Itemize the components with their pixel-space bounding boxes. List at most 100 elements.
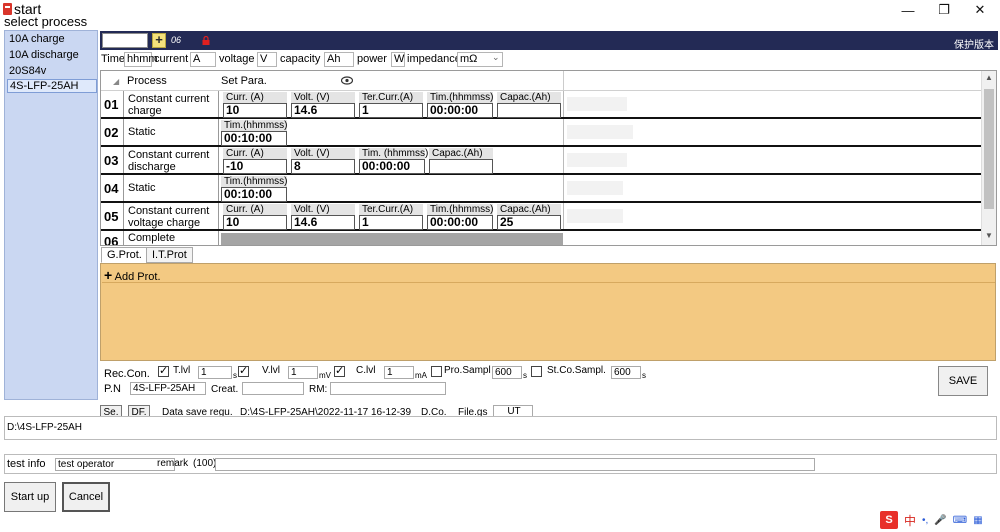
process-header: select process xyxy=(4,14,88,29)
table-row[interactable]: 03 Constant current discharge Curr. (A) -… xyxy=(101,147,981,175)
time-level-input[interactable]: 1 xyxy=(198,366,232,379)
maximize-button[interactable]: ❐ xyxy=(926,0,962,20)
part-number-input[interactable]: 4S-LFP-25AH xyxy=(130,382,206,395)
step-number: 02 xyxy=(104,125,119,140)
static-sample-label: St.Co.Sampl. xyxy=(547,365,606,376)
power-unit-label: power xyxy=(357,53,387,65)
lock-icon[interactable] xyxy=(202,36,210,45)
param-capacity: Capac.(Ah) xyxy=(429,148,493,174)
static-sample-input[interactable]: 600 xyxy=(611,366,641,379)
ime-tray: S 中 •, 🎤 ⌨ ▦ xyxy=(880,510,996,530)
save-directory-box[interactable]: D:\4S-LFP-25AH xyxy=(4,416,997,440)
toolbar-input[interactable] xyxy=(102,33,148,48)
current-unit-select[interactable]: A xyxy=(190,52,216,67)
cancel-button[interactable]: Cancel xyxy=(62,482,110,512)
remark-label: remark xyxy=(157,458,189,469)
tab-general-protection[interactable]: G.Prot. xyxy=(101,247,148,263)
protection-panel: + Add Prot. xyxy=(100,263,996,361)
table-scrollbar[interactable]: ▲ ▼ xyxy=(981,71,996,245)
hidden-cell xyxy=(567,153,627,167)
power-unit-select[interactable]: W xyxy=(391,52,405,67)
record-condition-label: Rec.Con. xyxy=(104,368,150,380)
table-row[interactable]: 06 Complete xyxy=(101,231,981,246)
minimize-button[interactable]: — xyxy=(890,0,926,20)
hidden-cell xyxy=(567,181,623,195)
param-time: Tim.(hhmmss) 00:10:00 xyxy=(221,120,288,146)
current-unit-label: current xyxy=(154,53,189,65)
col-process: Process xyxy=(127,75,167,87)
hidden-cell xyxy=(567,125,633,139)
startup-button[interactable]: Start up xyxy=(4,482,56,512)
param-time: Tim.(hhmmss) 00:00:00 xyxy=(427,204,494,230)
step-name: Complete xyxy=(123,231,219,245)
chevron-down-icon[interactable]: ▼ xyxy=(985,231,993,240)
save-button[interactable]: SAVE xyxy=(938,366,988,396)
column-divider xyxy=(563,203,564,229)
remark-limit: (100) xyxy=(193,458,217,469)
eye-icon[interactable] xyxy=(341,76,353,85)
param-voltage: Volt. (V) 8 xyxy=(291,148,355,174)
param-current: Curr. (A) -10 xyxy=(223,148,287,174)
step-name: Static xyxy=(123,175,219,201)
scrollbar-thumb[interactable] xyxy=(984,89,994,209)
toolbox-icon[interactable]: ▦ xyxy=(973,515,982,526)
voltage-level-checkbox[interactable] xyxy=(238,364,249,377)
protection-list[interactable] xyxy=(102,282,995,360)
impedance-unit-label: impedance xyxy=(407,53,461,65)
toolbar: + 06 保护版本 xyxy=(100,31,998,51)
creator-input[interactable] xyxy=(242,382,304,395)
remark-short-input[interactable] xyxy=(330,382,446,395)
close-button[interactable]: ✕ xyxy=(962,0,998,20)
table-row[interactable]: 01 Constant current charge Curr. (A) 10 V… xyxy=(101,91,981,119)
step-number: 03 xyxy=(104,153,119,168)
param-capacity: Capac.(Ah) xyxy=(497,92,561,118)
step-name: Constant current voltage charge xyxy=(123,203,219,229)
table-row[interactable]: 02 Static Tim.(hhmmss) 00:10:00 xyxy=(101,119,981,147)
time-level-checkbox[interactable] xyxy=(158,364,169,377)
complete-bar xyxy=(221,233,563,245)
chinese-mode-icon[interactable]: 中 xyxy=(904,512,916,529)
param-term-current: Ter.Curr.(A) 1 xyxy=(359,92,423,118)
capacity-unit-label: capacity xyxy=(280,53,321,65)
time-unit-select[interactable]: hhmm xyxy=(124,52,158,67)
process-sample-input[interactable]: 600 xyxy=(492,366,522,379)
step-number: 06 xyxy=(104,234,119,246)
process-item[interactable]: 20S84v xyxy=(9,65,46,77)
add-protection-button[interactable]: + Add Prot. xyxy=(104,267,161,283)
step-name: Constant current charge xyxy=(123,91,219,117)
step-name: Static xyxy=(123,119,219,145)
voltage-level-input[interactable]: 1 xyxy=(288,366,318,379)
current-level-checkbox[interactable] xyxy=(334,364,345,377)
chevron-up-icon[interactable]: ▲ xyxy=(985,73,993,82)
add-step-icon[interactable]: + xyxy=(152,33,166,48)
static-sample-unit: s xyxy=(642,371,646,380)
remark-input[interactable] xyxy=(215,458,815,471)
plus-icon: + xyxy=(104,267,113,283)
hidden-cell xyxy=(567,97,627,111)
table-row[interactable]: 04 Static Tim.(hhmmss) 00:10:00 xyxy=(101,175,981,203)
current-level-input[interactable]: 1 xyxy=(384,366,414,379)
static-sample-checkbox[interactable] xyxy=(531,366,542,377)
units-row: Time hhmm current A voltage V capacity A… xyxy=(100,51,505,68)
chevron-down-icon[interactable]: ⌄ xyxy=(492,52,500,63)
process-item[interactable]: 10A charge xyxy=(9,33,65,45)
param-term-current: Ter.Curr.(A) 1 xyxy=(359,204,423,230)
tab-it-protection[interactable]: I.T.Prot xyxy=(146,247,193,263)
punctuation-icon[interactable]: •, xyxy=(922,515,928,526)
process-list[interactable]: 10A charge 10A discharge 20S84v 4S-LFP-2… xyxy=(4,30,98,400)
process-item[interactable]: 10A discharge xyxy=(9,49,79,61)
voltage-unit-select[interactable]: V xyxy=(257,52,277,67)
creator-label: Creat. xyxy=(211,384,239,395)
keyboard-icon[interactable]: ⌨ xyxy=(953,515,967,526)
process-sample-checkbox[interactable] xyxy=(431,366,442,377)
remark-short-label: RM: xyxy=(309,384,328,395)
table-row[interactable]: 05 Constant current voltage charge Curr.… xyxy=(101,203,981,231)
step-number: 05 xyxy=(104,209,119,224)
current-level-label: C.lvl xyxy=(356,365,376,376)
table-header: ◢ Process Set Para. xyxy=(101,71,981,91)
process-item-selected[interactable]: 4S-LFP-25AH xyxy=(7,79,97,93)
capacity-unit-select[interactable]: Ah xyxy=(324,52,354,67)
sogou-icon[interactable]: S xyxy=(880,511,898,529)
voltage-unit-label: voltage xyxy=(219,53,255,65)
microphone-icon[interactable]: 🎤 xyxy=(934,515,946,526)
